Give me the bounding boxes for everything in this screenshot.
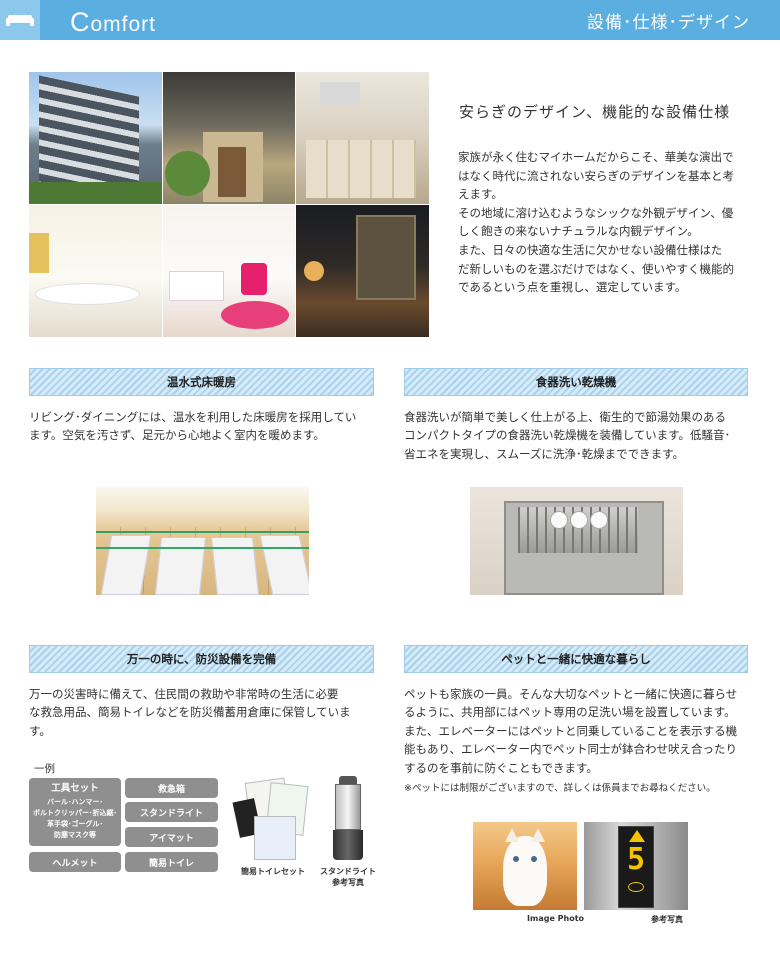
toilet-set-photo (232, 776, 310, 862)
pet-text: ペットも家族の一員。そんな大切なペットと一緒に快適に暮らせ るように、共用部には… (404, 687, 738, 775)
dishwasher-text: 食器洗いが簡単で美しく仕上がる上、衛生的で節湯効果のある コンパクトタイプの食器… (404, 410, 731, 461)
elevator-floor-number: 5 (626, 842, 646, 877)
header-title: Comfort (70, 7, 157, 37)
intro-title: 安らぎのデザイン、機能的な設備仕様 (459, 103, 731, 121)
header-section-title: 設備･仕様･デザイン (587, 13, 750, 33)
eye-mask-badge: アイマット (125, 827, 218, 847)
kitchen-photo (296, 72, 429, 204)
disaster-text: 万一の災害時に備えて、住民間の救助や非常時の生活に必要 な救急用品、簡易トイレな… (29, 687, 351, 738)
pet-indicator-icon (628, 882, 644, 892)
stand-light-caption: スタンドライト 参考写真 (320, 867, 376, 887)
helmet-badge: ヘルメット (29, 852, 121, 872)
pet-heading: ペットと一緒に快適な暮らし (404, 645, 748, 673)
dining-photo (29, 205, 162, 337)
intro-body: 家族が永く住むマイホームだからこそ、華美な演出で はなく時代に流されない安らぎの… (458, 150, 734, 295)
stand-light-photo (333, 776, 363, 862)
header-tab (0, 0, 40, 40)
pet-note: ※ペットには制限がございますので、詳しくは係員までお尋ねください。 (404, 783, 716, 794)
simple-toilet-badge: 簡易トイレ (125, 852, 218, 872)
balcony-photo (296, 205, 429, 337)
first-aid-badge: 救急箱 (125, 778, 218, 798)
up-arrow-icon (629, 830, 645, 842)
floor-heating-photo (96, 487, 309, 595)
disaster-heading: 万一の時に、防災設備を完備 (29, 645, 374, 673)
exterior-photo (29, 72, 162, 204)
page-header: Comfort 設備･仕様･デザイン (0, 0, 780, 40)
example-label: 一例 (34, 763, 55, 775)
kids-room-photo (162, 205, 296, 337)
kitten-photo (473, 822, 577, 910)
sofa-icon (6, 15, 34, 26)
elevator-display-photo: 5 (584, 822, 688, 910)
entrance-photo (162, 72, 296, 204)
stand-light-badge: スタンドライト (125, 802, 218, 822)
toilet-set-caption: 簡易トイレセット (241, 867, 305, 876)
floor-heating-text: リビング･ダイニングには、温水を利用した床暖房を採用してい ます。空気を汚さず、… (29, 410, 357, 443)
dishwasher-heading: 食器洗い乾燥機 (404, 368, 748, 396)
photo-collage (29, 72, 429, 337)
dishwasher-photo (470, 487, 683, 595)
floor-heating-heading: 温水式床暖房 (29, 368, 374, 396)
elevator-photo-caption: 参考写真 (651, 915, 683, 924)
kitten-photo-caption: Image Photo (527, 914, 585, 923)
tool-set-badge: 工具セット バール･ハンマー･ ボルトクリッパー･折込鋸･ 革手袋･ゴーグル･ … (29, 778, 121, 846)
